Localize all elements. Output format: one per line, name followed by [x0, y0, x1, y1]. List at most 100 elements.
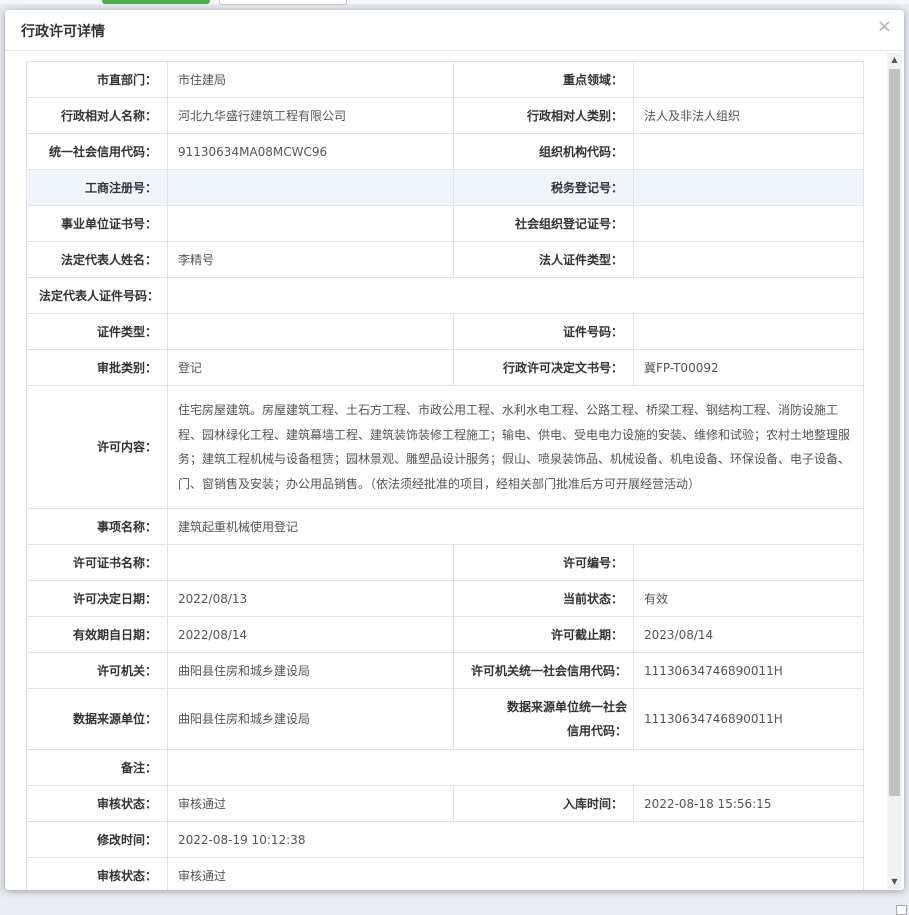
field-label: 市直部门：: [26, 61, 168, 98]
table-row: 法定代表人证件号码：: [26, 277, 864, 314]
table-row: 事业单位证书号： 社会组织登记证号：: [26, 205, 864, 242]
license-content-value: 住宅房屋建筑。房屋建筑工程、土石方工程、市政公用工程、水利水电工程、公路工程、桥…: [167, 385, 864, 509]
field-value: [167, 313, 454, 350]
field-value: 2022-08-18 15:56:15: [633, 785, 864, 822]
background-element: [896, 905, 907, 915]
field-label: 事项名称：: [26, 508, 168, 545]
field-value: [633, 544, 864, 581]
table-row: 备注：: [26, 749, 864, 786]
arrow-up-icon[interactable]: ▲: [887, 53, 902, 67]
field-value: 李精号: [167, 241, 454, 278]
background-primary-button: [102, 0, 210, 4]
field-value: 11130634746890011H: [633, 688, 864, 750]
table-row: 行政相对人名称： 河北九华盛行建筑工程有限公司 行政相对人类别： 法人及非法人组…: [26, 97, 864, 134]
field-value: 冀FP-T00092: [633, 349, 864, 386]
field-value: 法人及非法人组织: [633, 97, 864, 134]
field-value: [167, 544, 454, 581]
dialog-title: 行政许可详情: [21, 24, 105, 40]
field-label: 事业单位证书号：: [26, 205, 168, 242]
field-value: 2022/08/14: [167, 616, 454, 653]
field-label: 社会组织登记证号：: [453, 205, 634, 242]
field-value: 建筑起重机械使用登记: [167, 508, 864, 545]
field-value: 91130634MA08MCWC96: [167, 133, 454, 170]
table-row: 审批类别： 登记 行政许可决定文书号： 冀FP-T00092: [26, 349, 864, 386]
table-row: 许可证书名称： 许可编号：: [26, 544, 864, 581]
dialog-header: 行政许可详情 ×: [5, 10, 904, 51]
field-label: 有效期自日期：: [26, 616, 168, 653]
field-label: 许可决定日期：: [26, 580, 168, 617]
field-label: 许可机关：: [26, 652, 168, 689]
table-row: 市直部门： 市住建局 重点领域：: [26, 61, 864, 98]
field-label: 证件类型：: [26, 313, 168, 350]
field-label: 审核状态：: [26, 857, 168, 890]
field-value: 审核通过: [167, 857, 864, 890]
field-label: 许可机关统一社会信用代码：: [453, 652, 634, 689]
field-value: 曲阳县住房和城乡建设局: [167, 652, 454, 689]
field-value: 2023/08/14: [633, 616, 864, 653]
field-label: 工商注册号：: [26, 169, 168, 206]
vertical-scrollbar[interactable]: ▲ ▼: [887, 53, 902, 889]
field-value: 河北九华盛行建筑工程有限公司: [167, 97, 454, 134]
field-value: [633, 241, 864, 278]
close-icon[interactable]: ×: [877, 17, 892, 37]
field-label: 行政相对人类别：: [453, 97, 634, 134]
field-label: 组织机构代码：: [453, 133, 634, 170]
table-row: 证件类型： 证件号码：: [26, 313, 864, 350]
field-label: 许可编号：: [453, 544, 634, 581]
field-label: 修改时间：: [26, 821, 168, 858]
field-label: 统一社会信用代码：: [26, 133, 168, 170]
table-row: 审核状态： 审核通过: [26, 857, 864, 890]
table-row: 法定代表人姓名： 李精号 法人证件类型：: [26, 241, 864, 278]
table-row: 许可机关： 曲阳县住房和城乡建设局 许可机关统一社会信用代码： 11130634…: [26, 652, 864, 689]
field-label: 许可截止期：: [453, 616, 634, 653]
field-value: 2022/08/13: [167, 580, 454, 617]
field-label: 许可内容：: [26, 385, 168, 509]
field-label: 审核状态：: [26, 785, 168, 822]
table-row: 事项名称： 建筑起重机械使用登记: [26, 508, 864, 545]
field-value: 曲阳县住房和城乡建设局: [167, 688, 454, 750]
table-row: 有效期自日期： 2022/08/14 许可截止期： 2023/08/14: [26, 616, 864, 653]
field-value: 11130634746890011H: [633, 652, 864, 689]
field-label: 数据来源单位统一社会信用代码：: [453, 688, 634, 750]
field-label: 入库时间：: [453, 785, 634, 822]
field-value: [167, 749, 864, 786]
field-label: 许可证书名称：: [26, 544, 168, 581]
field-value: [167, 277, 864, 314]
detail-table: 市直部门： 市住建局 重点领域： 行政相对人名称： 河北九华盛行建筑工程有限公司…: [26, 61, 864, 890]
table-row: 修改时间： 2022-08-19 10:12:38: [26, 821, 864, 858]
field-value: [633, 169, 864, 206]
field-value: [167, 205, 454, 242]
field-value: [633, 61, 864, 98]
field-value: [633, 133, 864, 170]
field-label: 税务登记号：: [453, 169, 634, 206]
field-value: [633, 205, 864, 242]
table-row: 统一社会信用代码： 91130634MA08MCWC96 组织机构代码：: [26, 133, 864, 170]
field-label: 法人证件类型：: [453, 241, 634, 278]
field-label: 数据来源单位：: [26, 688, 168, 750]
field-label: 重点领域：: [453, 61, 634, 98]
table-row: 工商注册号： 税务登记号：: [26, 169, 864, 206]
field-value: 市住建局: [167, 61, 454, 98]
table-row: 许可内容： 住宅房屋建筑。房屋建筑工程、土石方工程、市政公用工程、水利水电工程、…: [26, 385, 864, 509]
field-value: 登记: [167, 349, 454, 386]
field-label: 当前状态：: [453, 580, 634, 617]
background-secondary-button: [219, 0, 347, 5]
license-detail-dialog: 行政许可详情 × 市直部门： 市住建局 重点领域： 行政相对人名称： 河北九华盛…: [5, 10, 904, 890]
table-row: 审核状态： 审核通过 入库时间： 2022-08-18 15:56:15: [26, 785, 864, 822]
field-value: 审核通过: [167, 785, 454, 822]
field-value: 有效: [633, 580, 864, 617]
scrollbar-thumb[interactable]: [889, 69, 900, 796]
field-label: 法定代表人证件号码：: [26, 277, 168, 314]
arrow-down-icon[interactable]: ▼: [887, 875, 902, 889]
field-label: 备注：: [26, 749, 168, 786]
table-row: 许可决定日期： 2022/08/13 当前状态： 有效: [26, 580, 864, 617]
field-label: 证件号码：: [453, 313, 634, 350]
dialog-body: 市直部门： 市住建局 重点领域： 行政相对人名称： 河北九华盛行建筑工程有限公司…: [5, 51, 904, 890]
field-label: 行政相对人名称：: [26, 97, 168, 134]
field-label: 审批类别：: [26, 349, 168, 386]
table-row: 数据来源单位： 曲阳县住房和城乡建设局 数据来源单位统一社会信用代码： 1113…: [26, 688, 864, 750]
field-label: 法定代表人姓名：: [26, 241, 168, 278]
field-value: [633, 313, 864, 350]
field-value: [167, 169, 454, 206]
field-label: 行政许可决定文书号：: [453, 349, 634, 386]
